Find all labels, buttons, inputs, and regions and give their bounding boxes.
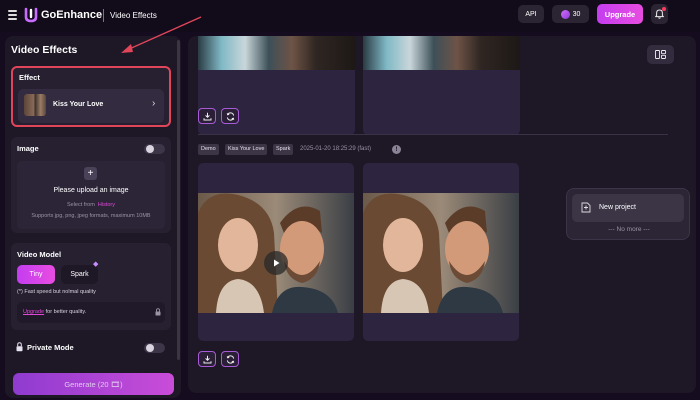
layout-toggle-button[interactable] [647,45,674,64]
refresh-icon [226,111,234,121]
play-button[interactable] [264,251,288,275]
image-section: Image + Please upload an image Select fr… [11,137,171,233]
upgrade-quality-text: Upgrade for better quality. [23,309,86,315]
chevron-right-icon: › [152,98,156,109]
goenhance-logo [24,7,38,23]
video-model-section: Video Model Tiny Spark ◆ (*) Fast speed … [11,243,171,330]
effect-thumbnail [24,94,46,116]
notification-dot [662,7,666,11]
toggle-knob [146,145,154,153]
result-tag: Spark [273,144,294,155]
layout-icon [655,50,666,59]
menu-icon[interactable] [8,10,18,20]
download-button[interactable] [198,108,216,124]
private-mode-row: Private Mode [11,339,171,357]
select-from-text: Select from [66,202,95,208]
header-divider [103,9,104,22]
section-title: Video Effects [110,11,157,20]
new-document-icon [581,202,591,213]
upload-formats: Supports jpg, png, jpeg formats, maximum… [31,213,151,219]
top-header: GoEnhance Video Effects API 30 Upgrade [0,0,700,32]
notifications-button[interactable] [651,4,668,24]
regenerate-button[interactable] [221,108,239,124]
no-more-text: --- No more --- [608,226,650,233]
panel-title: Video Effects [11,44,78,56]
effect-name: Kiss Your Love [53,101,104,108]
results-divider [198,134,668,135]
previous-result-card[interactable] [363,36,520,135]
lock-icon [155,308,161,316]
toggle-knob [146,344,154,352]
generate-button[interactable]: Generate (20 🎞) [13,373,174,395]
credits-button[interactable]: 30 [552,5,589,23]
image-upload-area[interactable]: + Please upload an image Select from His… [17,161,165,229]
result-video-thumbnail [198,193,354,313]
lock-icon [16,342,23,352]
result-tag: Demo [198,144,219,155]
regenerate-button[interactable] [221,351,239,367]
private-mode-toggle[interactable] [144,343,165,353]
result-timestamp: 2025-01-20 18:25:29 (fast) [300,146,372,152]
upgrade-suffix: for better quality. [45,309,87,315]
model-note: (*) Fast speed but nolmal quality [17,289,96,295]
upgrade-quality-row: Upgrade for better quality. [17,302,165,323]
info-icon[interactable]: ! [392,145,401,154]
image-toggle[interactable] [144,144,165,154]
premium-diamond-icon: ◆ [93,261,99,268]
refresh-icon [226,354,234,364]
result-image-thumbnail [363,193,519,313]
video-model-label: Video Model [17,250,62,259]
api-button[interactable]: API [518,5,544,23]
upgrade-link[interactable]: Upgrade [23,309,44,315]
upload-source: Select from History [17,202,165,208]
model-option-tiny[interactable]: Tiny [17,265,55,284]
private-mode-label: Private Mode [27,343,74,352]
effect-selector[interactable]: Kiss Your Love › [18,89,164,123]
couple-portrait-image [363,193,519,313]
previous-result-thumbnail [363,36,520,70]
upgrade-button[interactable]: Upgrade [597,4,643,24]
plus-icon[interactable]: + [84,167,97,180]
previous-result-thumbnail [198,36,355,70]
result-video-card[interactable] [198,163,354,341]
image-label: Image [17,144,39,153]
result-tag: Kiss Your Love [225,144,268,155]
upload-title: Please upload an image [53,187,129,194]
brand-name[interactable]: GoEnhance [41,9,102,21]
new-project-label: New project [599,204,636,211]
history-link[interactable]: History [98,202,115,208]
panel-scrollbar[interactable] [177,40,180,360]
download-icon [203,355,211,363]
result-image-card[interactable] [363,163,519,341]
credits-coin-icon [560,9,570,19]
download-button[interactable] [198,351,216,367]
new-project-button[interactable]: New project [572,194,684,222]
effect-section: Effect Kiss Your Love › [11,66,171,127]
effect-label: Effect [19,73,40,82]
download-icon [203,112,211,120]
play-icon [274,259,280,267]
credits-count: 30 [572,10,581,18]
project-panel: New project --- No more --- [566,188,690,240]
